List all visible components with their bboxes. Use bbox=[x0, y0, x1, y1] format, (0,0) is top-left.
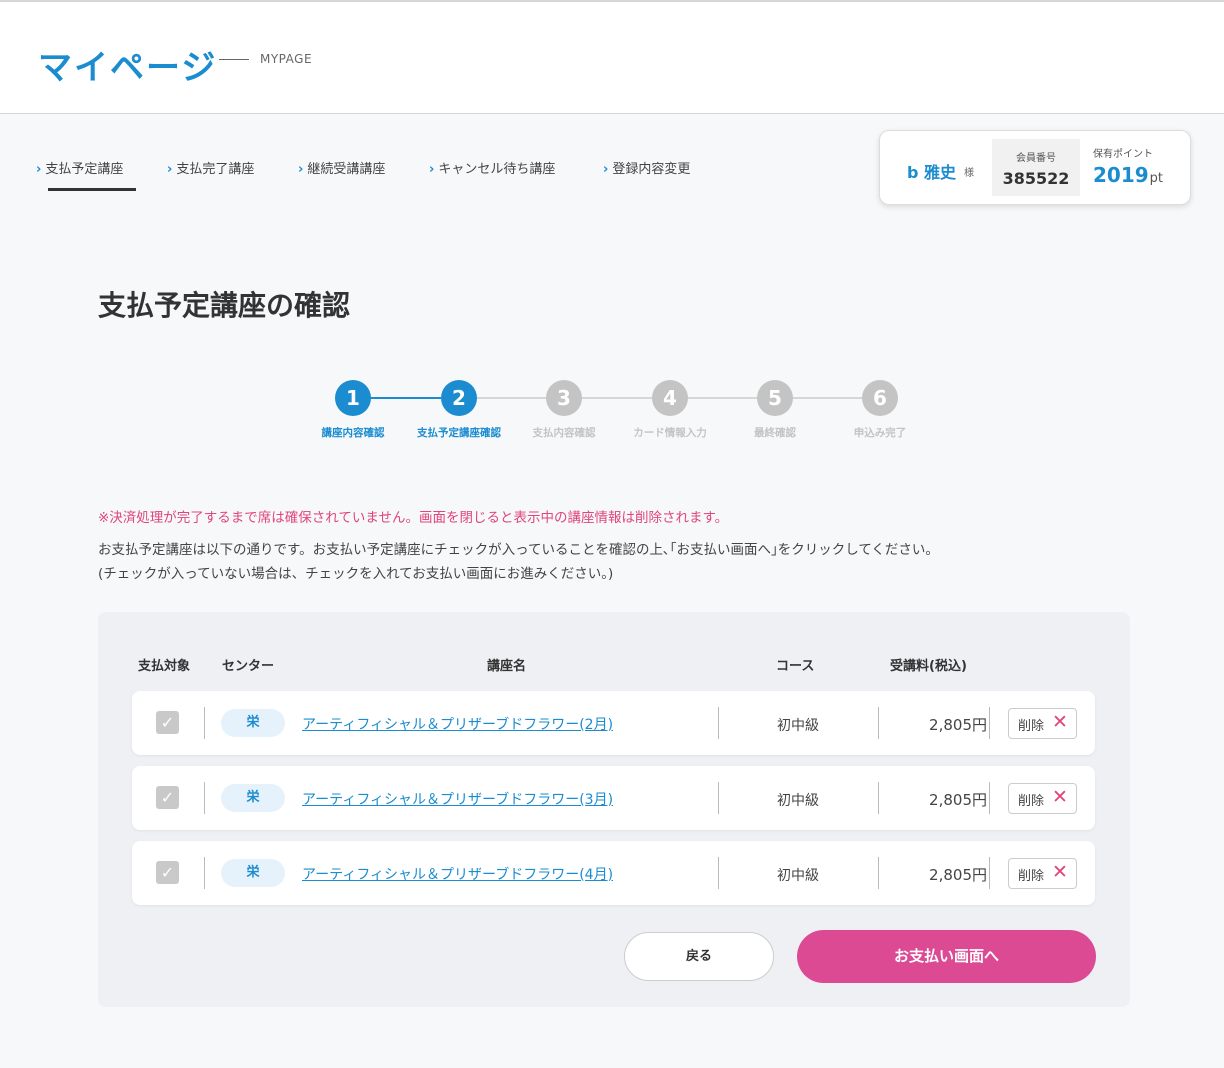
course-name-link[interactable]: アーティフィシャル＆プリザーブドフラワー(3月) bbox=[302, 789, 613, 809]
nav-item-label: 支払完了講座 bbox=[176, 162, 255, 177]
column-divider bbox=[204, 707, 205, 739]
course-level: 初中級 bbox=[777, 718, 819, 734]
section-title: 支払予定講座の確認 bbox=[98, 289, 351, 322]
table-row: ✓ 栄 アーティフィシャル＆プリザーブドフラワー(2月) 初中級 2,805円 … bbox=[132, 691, 1095, 755]
user-info-card: b 雅史 様 会員番号 385522 保有ポイント 2019pt bbox=[879, 130, 1191, 205]
nav-active-indicator bbox=[48, 188, 136, 191]
delete-button[interactable]: 削除 ✕ bbox=[1008, 783, 1077, 814]
nav-item-continuing[interactable]: › 継続受講講座 bbox=[298, 158, 385, 177]
delete-label: 削除 bbox=[1018, 869, 1045, 884]
course-level: 初中級 bbox=[777, 868, 819, 884]
close-icon: ✕ bbox=[1052, 861, 1068, 883]
points-unit: pt bbox=[1149, 171, 1164, 186]
delete-button[interactable]: 削除 ✕ bbox=[1008, 858, 1077, 889]
user-name: b 雅史 bbox=[907, 163, 957, 182]
member-number: 385522 bbox=[1002, 169, 1070, 188]
column-divider bbox=[204, 857, 205, 889]
back-button[interactable]: 戻る bbox=[624, 932, 774, 981]
step-1-label: 講座内容確認 bbox=[321, 427, 385, 439]
nav-item-scheduled-payment[interactable]: › 支払予定講座 bbox=[36, 158, 123, 177]
member-number-label: 会員番号 bbox=[1016, 153, 1056, 164]
course-level: 初中級 bbox=[777, 793, 819, 809]
column-divider bbox=[989, 782, 990, 814]
close-icon: ✕ bbox=[1052, 711, 1068, 733]
title-divider bbox=[219, 59, 249, 60]
step-6-label: 申込み完了 bbox=[853, 427, 907, 439]
course-fee: 2,805円 bbox=[929, 866, 987, 884]
col-header-center: センター bbox=[222, 659, 275, 674]
step-4-circle: 4 bbox=[652, 380, 688, 416]
proceed-to-payment-button[interactable]: お支払い画面へ bbox=[797, 930, 1096, 983]
step-3-circle: 3 bbox=[546, 380, 582, 416]
chevron-right-icon: › bbox=[603, 162, 609, 177]
table-row: ✓ 栄 アーティフィシャル＆プリザーブドフラワー(3月) 初中級 2,805円 … bbox=[132, 766, 1095, 830]
chevron-right-icon: › bbox=[36, 162, 42, 177]
col-header-fee: 受講料(税込) bbox=[890, 659, 967, 674]
center-badge: 栄 bbox=[221, 859, 285, 887]
course-name-link[interactable]: アーティフィシャル＆プリザーブドフラワー(4月) bbox=[302, 864, 613, 884]
points-number: 2019 bbox=[1093, 163, 1149, 187]
pay-target-checkbox[interactable]: ✓ bbox=[156, 711, 179, 734]
step-1-circle: 1 bbox=[335, 380, 371, 416]
instruction-text: お支払予定講座は以下の通りです。お支払い予定講座にチェックが入っていることを確認… bbox=[98, 542, 939, 558]
page-header: マイページ MYPAGE bbox=[0, 0, 1224, 114]
close-icon: ✕ bbox=[1052, 786, 1068, 808]
course-fee: 2,805円 bbox=[929, 791, 987, 809]
page-title-en: MYPAGE bbox=[260, 52, 313, 66]
step-connector bbox=[370, 397, 441, 399]
col-header-level: コース bbox=[776, 659, 815, 674]
chevron-right-icon: › bbox=[298, 162, 304, 177]
delete-label: 削除 bbox=[1018, 794, 1045, 809]
chevron-right-icon: › bbox=[167, 162, 173, 177]
column-divider bbox=[989, 857, 990, 889]
page-title: マイページ bbox=[38, 48, 218, 88]
course-fee: 2,805円 bbox=[929, 716, 987, 734]
course-name-link[interactable]: アーティフィシャル＆プリザーブドフラワー(2月) bbox=[302, 714, 613, 734]
delete-button[interactable]: 削除 ✕ bbox=[1008, 708, 1077, 739]
points-value: 2019pt bbox=[1093, 163, 1163, 187]
column-divider bbox=[204, 782, 205, 814]
warning-message: ※決済処理が完了するまで席は確保されていません。画面を閉じると表示中の講座情報は… bbox=[98, 510, 729, 526]
nav-item-paid[interactable]: › 支払完了講座 bbox=[167, 158, 254, 177]
col-header-course: 講座名 bbox=[487, 659, 527, 674]
step-5-circle: 5 bbox=[757, 380, 793, 416]
step-2-label: 支払予定講座確認 bbox=[417, 427, 501, 439]
nav-item-label: キャンセル待ち講座 bbox=[438, 162, 556, 177]
member-number-box: 会員番号 385522 bbox=[992, 139, 1080, 196]
points-label: 保有ポイント bbox=[1093, 149, 1153, 160]
nav-item-waitlist[interactable]: › キャンセル待ち講座 bbox=[429, 158, 555, 177]
user-honorific: 様 bbox=[964, 168, 974, 179]
step-4-label: カード情報入力 bbox=[633, 427, 707, 439]
instruction-note: (チェックが入っていない場合は、チェックを入れてお支払い画面にお進みください。) bbox=[98, 566, 614, 582]
column-divider bbox=[989, 707, 990, 739]
nav-item-label: 支払予定講座 bbox=[45, 162, 124, 177]
nav-item-registration[interactable]: › 登録内容変更 bbox=[603, 158, 690, 177]
chevron-right-icon: › bbox=[429, 162, 435, 177]
nav-item-label: 継続受講講座 bbox=[307, 162, 386, 177]
step-2-circle: 2 bbox=[441, 380, 477, 416]
pay-target-checkbox[interactable]: ✓ bbox=[156, 861, 179, 884]
pay-target-checkbox[interactable]: ✓ bbox=[156, 786, 179, 809]
nav-item-label: 登録内容変更 bbox=[612, 162, 691, 177]
col-header-target: 支払対象 bbox=[138, 659, 191, 674]
step-6-circle: 6 bbox=[862, 380, 898, 416]
step-3-label: 支払内容確認 bbox=[532, 427, 596, 439]
delete-label: 削除 bbox=[1018, 719, 1045, 734]
center-badge: 栄 bbox=[221, 784, 285, 812]
table-row: ✓ 栄 アーティフィシャル＆プリザーブドフラワー(4月) 初中級 2,805円 … bbox=[132, 841, 1095, 905]
step-5-label: 最終確認 bbox=[754, 427, 796, 439]
center-badge: 栄 bbox=[221, 709, 285, 737]
